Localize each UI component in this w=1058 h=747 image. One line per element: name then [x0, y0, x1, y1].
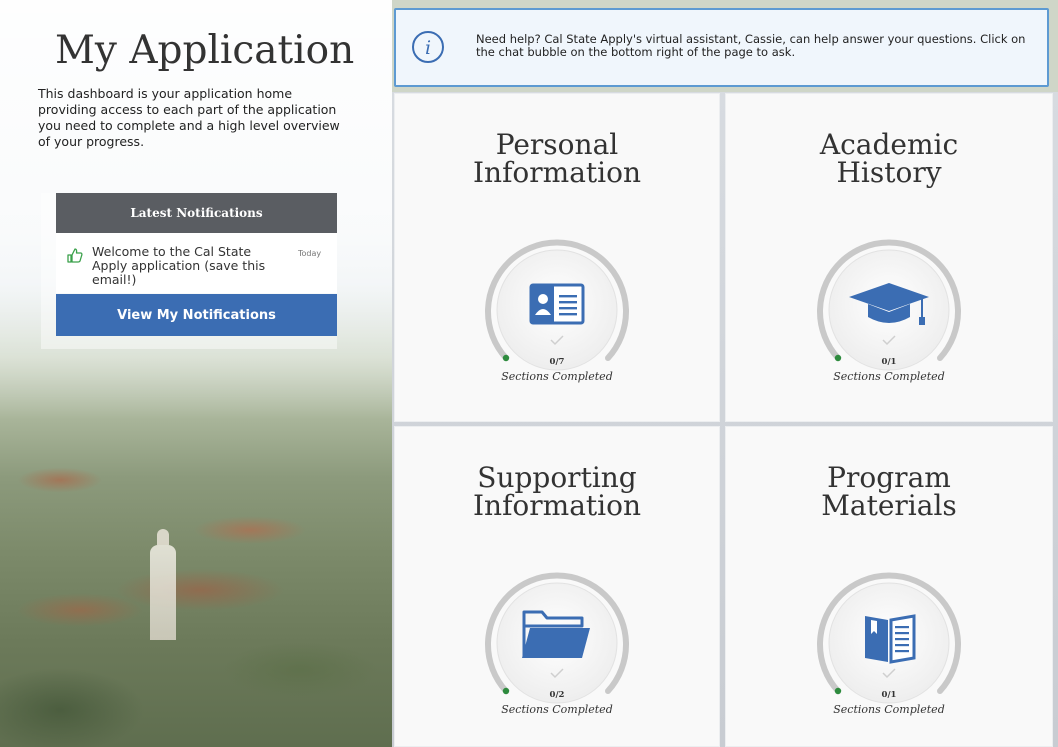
notification-message: Welcome to the Cal State Apply applicati… [92, 244, 266, 287]
program-materials-card[interactable]: Program Materials 0/1 Sections Completed [725, 426, 1053, 747]
campus-rooftops [0, 420, 392, 747]
progress-caption: Sections Completed [833, 370, 945, 383]
card-title: Program Materials [821, 461, 957, 522]
progress-caption: Sections Completed [501, 370, 613, 383]
progress-count: 0/1 [881, 357, 897, 367]
supporting-information-card[interactable]: Supporting Information 0/2 Sections Compl… [394, 426, 720, 747]
progress-count: 0/2 [549, 690, 565, 700]
card-title: Academic History [819, 128, 959, 189]
progress-count: 0/1 [881, 690, 897, 700]
card-title: Supporting Information [472, 461, 642, 522]
notification-time: Today [298, 249, 322, 258]
thumbs-up-icon [67, 248, 83, 263]
view-notifications-button[interactable]: View My Notifications [56, 294, 337, 336]
page-title: My Application [55, 28, 355, 73]
notifications-header: Latest Notifications [56, 193, 337, 233]
progress-caption: Sections Completed [501, 703, 613, 716]
card-title: Personal Information [472, 128, 642, 189]
progress-caption: Sections Completed [833, 703, 945, 716]
help-text: Need help? Cal State Apply's virtual ass… [476, 32, 1026, 59]
progress-count: 0/7 [549, 357, 565, 367]
notification-item[interactable]: Welcome to the Cal State Apply applicati… [56, 233, 337, 293]
bell-tower [150, 529, 176, 640]
academic-history-card[interactable]: Academic History 0/1 Sections Completed [725, 93, 1053, 422]
svg-text:i: i [425, 37, 431, 59]
page-intro: This dashboard is your application home … [38, 86, 340, 149]
help-banner: i Need help? Cal State Apply's virtual a… [394, 8, 1049, 87]
book-icon [865, 614, 916, 664]
id-card-icon [529, 283, 585, 325]
info-icon: i [412, 31, 444, 63]
personal-information-card[interactable]: Personal Information 0/7 Sections Complet… [394, 93, 720, 422]
